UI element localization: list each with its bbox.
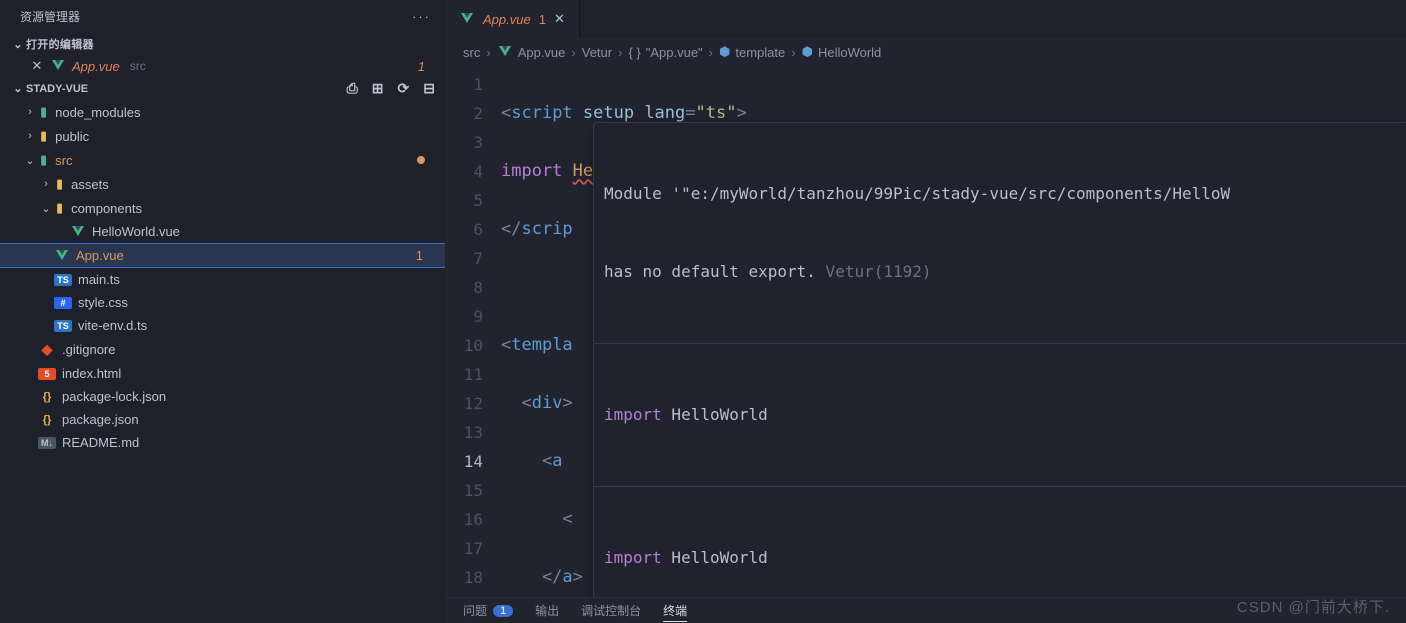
- json-file-icon: {}: [38, 391, 56, 403]
- vue-file-icon: [70, 225, 86, 239]
- open-editor-badge: 1: [418, 59, 425, 74]
- new-folder-icon[interactable]: ⊞: [372, 80, 384, 97]
- open-editors-header[interactable]: ⌄ 打开的编辑器: [0, 33, 445, 55]
- tree-file-indexhtml[interactable]: 5 index.html: [0, 362, 445, 385]
- tree-file-stylecss[interactable]: # style.css: [0, 291, 445, 314]
- project-header[interactable]: ⌄ STADY-VUE ⎙ ⊞ ⟳ ⊟: [0, 77, 445, 100]
- vue-file-icon: [459, 12, 475, 26]
- tree-folder-components[interactable]: ⌄ ▮ components: [0, 196, 445, 220]
- watermark: CSDN @门前大桥下.: [1237, 596, 1390, 617]
- breadcrumb-item[interactable]: ⬢template: [719, 44, 785, 60]
- refresh-icon[interactable]: ⟳: [398, 80, 410, 97]
- panel-tab-terminal[interactable]: 终端: [663, 602, 687, 619]
- tree-folder-src[interactable]: ⌄ ▮ src: [0, 148, 445, 172]
- line-gutter: 123456789101112131415161718: [445, 66, 501, 597]
- open-editors-label: 打开的编辑器: [26, 36, 94, 52]
- editor-area: App.vue 1 ✕ src › App.vue › Vetur › { }"…: [445, 0, 1406, 623]
- new-file-icon[interactable]: ⎙: [347, 80, 358, 97]
- open-editor-item[interactable]: ✕ App.vue src 1: [0, 55, 445, 77]
- tree-file-gitignore[interactable]: ◆ .gitignore: [0, 337, 445, 362]
- more-actions-icon[interactable]: ···: [412, 9, 431, 24]
- vue-file-icon: [497, 45, 513, 59]
- folder-icon: ▮: [56, 176, 63, 192]
- tree-file-pkg[interactable]: {} package.json: [0, 408, 445, 431]
- tree-file-maints[interactable]: TS main.ts: [0, 268, 445, 291]
- cube-icon: ⬢: [802, 44, 813, 60]
- breadcrumb-item[interactable]: Vetur: [582, 45, 612, 60]
- tab-filename: App.vue: [483, 12, 531, 27]
- error-message-line1: Module '"e:/myWorld/tanzhou/99Pic/stady-…: [604, 181, 1402, 207]
- close-icon[interactable]: ✕: [554, 11, 565, 27]
- breadcrumbs[interactable]: src › App.vue › Vetur › { }"App.vue" › ⬢…: [445, 38, 1406, 66]
- tree-folder-node-modules[interactable]: › ▮ node_modules: [0, 100, 445, 124]
- breadcrumb-item[interactable]: App.vue: [497, 45, 566, 60]
- tree-file-helloworld[interactable]: HelloWorld.vue: [0, 220, 445, 243]
- panel-tab-debug[interactable]: 调试控制台: [581, 602, 641, 619]
- chevron-right-icon: ›: [22, 106, 38, 118]
- breadcrumb-item[interactable]: ⬢HelloWorld: [802, 44, 882, 60]
- problems-count-badge: 1: [493, 605, 513, 617]
- file-tree: › ▮ node_modules › ▮ public ⌄ ▮ src › ▮ …: [0, 100, 445, 623]
- chevron-down-icon: ⌄: [38, 202, 54, 215]
- chevron-down-icon: ⌄: [10, 82, 26, 95]
- ts-file-icon: TS: [54, 274, 72, 286]
- tree-file-viteenv[interactable]: TS vite-env.d.ts: [0, 314, 445, 337]
- chevron-down-icon: ⌄: [10, 38, 26, 51]
- folder-icon: ▮: [40, 128, 47, 144]
- ts-file-icon: TS: [54, 320, 72, 332]
- editor-tabs: App.vue 1 ✕: [445, 0, 1406, 38]
- folder-icon: ▮: [40, 104, 47, 120]
- folder-icon: ▮: [56, 200, 63, 216]
- error-hover-tooltip: Module '"e:/myWorld/tanzhou/99Pic/stady-…: [593, 122, 1406, 597]
- vue-file-icon: [54, 249, 70, 263]
- md-file-icon: M↓: [38, 437, 56, 449]
- open-editor-filename: App.vue: [72, 59, 120, 74]
- tab-appvue[interactable]: App.vue 1 ✕: [445, 0, 580, 38]
- git-file-icon: ◆: [38, 341, 56, 358]
- json-file-icon: {}: [38, 414, 56, 426]
- project-name: STADY-VUE: [26, 83, 88, 95]
- breadcrumb-item[interactable]: src: [463, 45, 480, 60]
- explorer-header: 资源管理器 ···: [0, 0, 445, 33]
- code-content[interactable]: <script setup lang="ts"> import HelloWor…: [501, 66, 1406, 597]
- chevron-right-icon: ›: [38, 178, 54, 190]
- html-file-icon: 5: [38, 368, 56, 380]
- close-icon[interactable]: ✕: [30, 58, 44, 74]
- panel-tab-output[interactable]: 输出: [535, 602, 559, 619]
- explorer-title: 资源管理器: [20, 8, 80, 25]
- project-actions: ⎙ ⊞ ⟳ ⊟: [347, 80, 435, 97]
- modified-dot-icon: [417, 156, 425, 164]
- chevron-right-icon: ›: [22, 130, 38, 142]
- collapse-all-icon[interactable]: ⊟: [423, 80, 435, 97]
- css-file-icon: #: [54, 297, 72, 309]
- breadcrumb-item[interactable]: { }"App.vue": [628, 45, 702, 60]
- open-editor-path: src: [130, 59, 146, 73]
- explorer-sidebar: 资源管理器 ··· ⌄ 打开的编辑器 ✕ App.vue src 1 ⌄ STA…: [0, 0, 445, 623]
- tree-folder-assets[interactable]: › ▮ assets: [0, 172, 445, 196]
- tree-file-appvue[interactable]: App.vue 1: [0, 243, 445, 268]
- cube-icon: ⬢: [719, 44, 730, 60]
- tree-folder-public[interactable]: › ▮ public: [0, 124, 445, 148]
- tree-file-readme[interactable]: M↓ README.md: [0, 431, 445, 454]
- problems-badge: 1: [416, 248, 423, 263]
- tab-badge: 1: [539, 12, 546, 27]
- vue-file-icon: [50, 59, 66, 73]
- tree-file-pkglock[interactable]: {} package-lock.json: [0, 385, 445, 408]
- chevron-down-icon: ⌄: [22, 154, 38, 167]
- folder-icon: ▮: [40, 152, 47, 168]
- panel-tab-problems[interactable]: 问题 1: [463, 602, 513, 619]
- code-editor[interactable]: 123456789101112131415161718 <script setu…: [445, 66, 1406, 597]
